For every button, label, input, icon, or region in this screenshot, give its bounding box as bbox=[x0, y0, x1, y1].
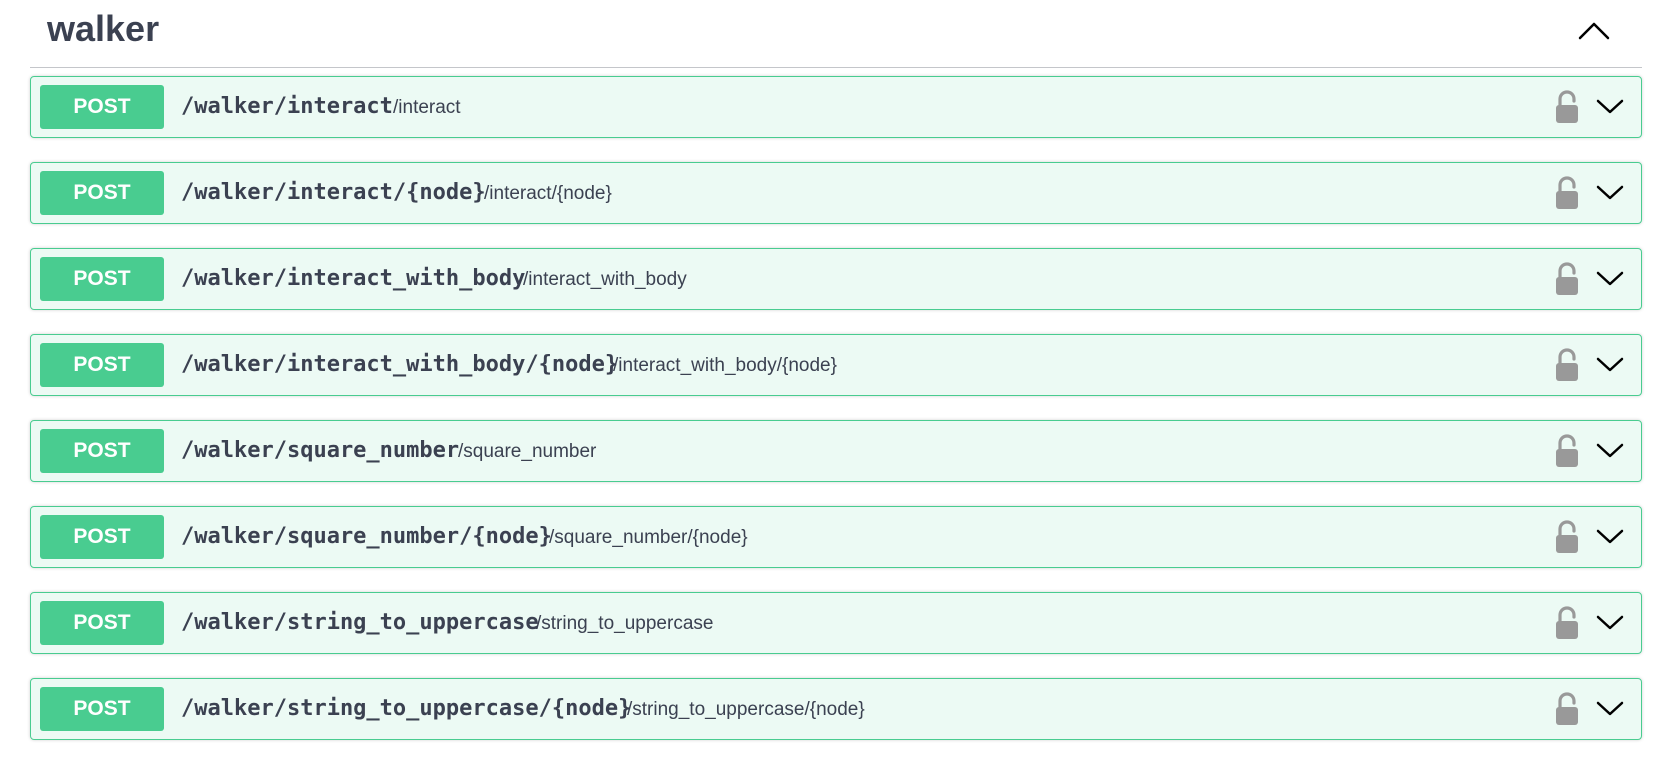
lock-icon[interactable] bbox=[1552, 175, 1582, 211]
method-badge[interactable]: POST bbox=[40, 171, 164, 215]
operation-summary: /string_to_uppercase/{node} bbox=[627, 699, 865, 720]
opblock-post[interactable]: POST/walker/interact_with_body/interact_… bbox=[30, 248, 1642, 310]
operation-summary: /interact_with_body bbox=[523, 269, 687, 290]
method-badge[interactable]: POST bbox=[40, 343, 164, 387]
lock-icon[interactable] bbox=[1552, 691, 1582, 727]
opblock-post[interactable]: POST/walker/string_to_uppercase/{node}/s… bbox=[30, 678, 1642, 740]
section-title[interactable]: walker bbox=[47, 8, 159, 50]
opblock-post[interactable]: POST/walker/string_to_uppercase/string_t… bbox=[30, 592, 1642, 654]
method-badge[interactable]: POST bbox=[40, 85, 164, 129]
method-badge[interactable]: POST bbox=[40, 687, 164, 731]
chevron-down-icon[interactable] bbox=[1593, 435, 1627, 465]
lock-icon[interactable] bbox=[1552, 261, 1582, 297]
chevron-down-icon[interactable] bbox=[1593, 263, 1627, 293]
chevron-down-icon[interactable] bbox=[1593, 349, 1627, 379]
section-header[interactable]: walker bbox=[30, 0, 1642, 68]
operations-list: POST/walker/interact/interact POST/walker… bbox=[30, 76, 1642, 764]
operation-path[interactable]: /walker/string_to_uppercase bbox=[181, 610, 539, 635]
method-badge[interactable]: POST bbox=[40, 257, 164, 301]
chevron-down-icon[interactable] bbox=[1593, 521, 1627, 551]
tag-section-walker: walker POST/walker/interact/interact POST… bbox=[0, 0, 1662, 778]
lock-icon[interactable] bbox=[1552, 433, 1582, 469]
operation-path[interactable]: /walker/interact_with_body/{node} bbox=[181, 352, 618, 377]
operation-path[interactable]: /walker/interact_with_body bbox=[181, 266, 525, 291]
method-badge[interactable]: POST bbox=[40, 429, 164, 473]
operation-path[interactable]: /walker/string_to_uppercase/{node} bbox=[181, 696, 631, 721]
operation-summary: /string_to_uppercase bbox=[536, 613, 714, 634]
operation-summary: /square_number/{node} bbox=[549, 527, 748, 548]
operation-path[interactable]: /walker/interact/{node} bbox=[181, 180, 486, 205]
operation-path[interactable]: /walker/square_number bbox=[181, 438, 459, 463]
opblock-post[interactable]: POST/walker/interact_with_body/{node}/in… bbox=[30, 334, 1642, 396]
method-badge[interactable]: POST bbox=[40, 515, 164, 559]
operation-summary: /interact/{node} bbox=[484, 183, 612, 204]
method-badge[interactable]: POST bbox=[40, 601, 164, 645]
chevron-down-icon[interactable] bbox=[1593, 607, 1627, 637]
chevron-down-icon[interactable] bbox=[1593, 693, 1627, 723]
opblock-post[interactable]: POST/walker/interact/{node}/interact/{no… bbox=[30, 162, 1642, 224]
opblock-post[interactable]: POST/walker/square_number/{node}/square_… bbox=[30, 506, 1642, 568]
operation-summary: /interact_with_body/{node} bbox=[613, 355, 837, 376]
operation-summary: /square_number bbox=[458, 441, 597, 462]
operation-path[interactable]: /walker/square_number/{node} bbox=[181, 524, 552, 549]
lock-icon[interactable] bbox=[1552, 605, 1582, 641]
lock-icon[interactable] bbox=[1552, 519, 1582, 555]
operation-path[interactable]: /walker/interact bbox=[181, 94, 393, 119]
opblock-post[interactable]: POST/walker/interact/interact bbox=[30, 76, 1642, 138]
chevron-down-icon[interactable] bbox=[1593, 91, 1627, 121]
chevron-up-icon[interactable] bbox=[1570, 6, 1618, 54]
lock-icon[interactable] bbox=[1552, 347, 1582, 383]
lock-icon[interactable] bbox=[1552, 89, 1582, 125]
operation-summary: /interact bbox=[393, 97, 461, 118]
chevron-down-icon[interactable] bbox=[1593, 177, 1627, 207]
opblock-post[interactable]: POST/walker/square_number/square_number bbox=[30, 420, 1642, 482]
